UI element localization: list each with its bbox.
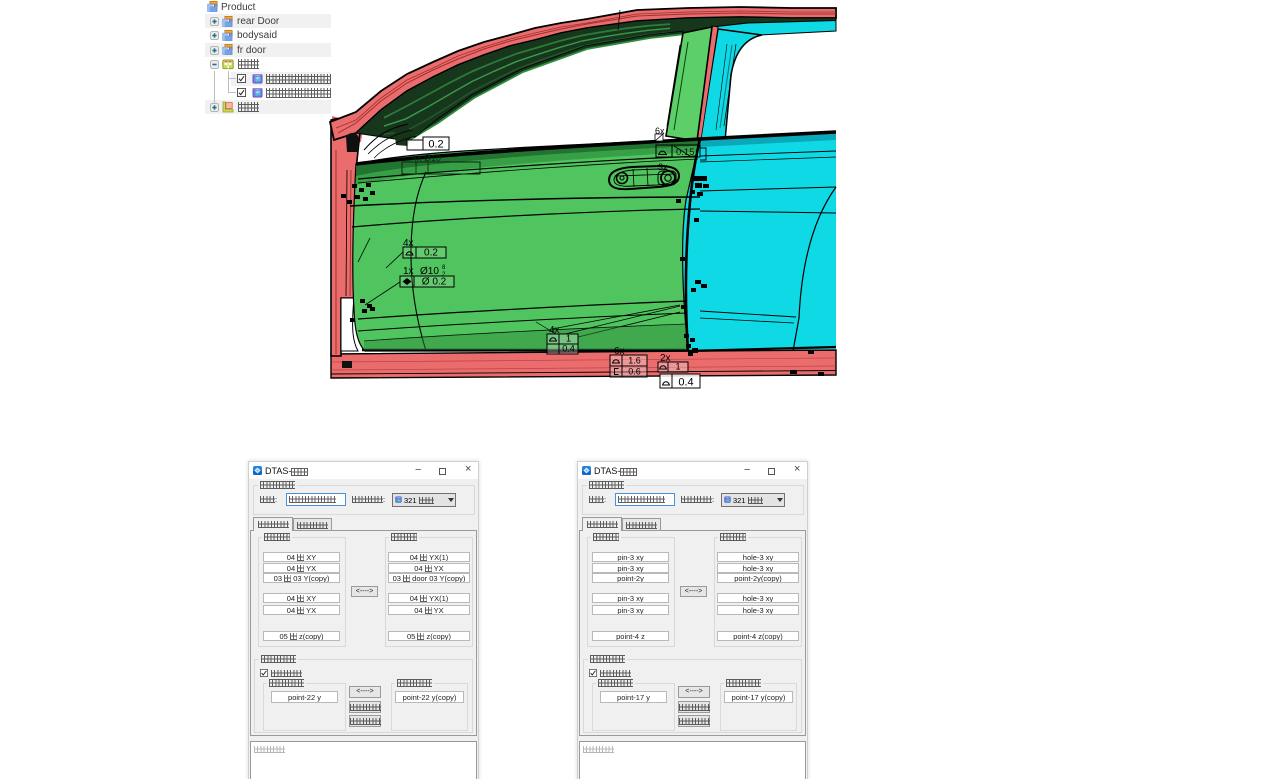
svg-text:3x: 3x [658, 162, 668, 172]
svg-text:1x: 1x [403, 266, 414, 277]
svg-text:0.6: 0.6 [628, 367, 641, 377]
svg-text:1: 1 [675, 362, 680, 372]
svg-text:1.6: 1.6 [628, 356, 641, 366]
svg-text:0.2: 0.2 [428, 139, 443, 151]
svg-text:0.4: 0.4 [678, 377, 693, 389]
svg-text:Ø10: Ø10 [420, 266, 439, 277]
svg-text:0.4: 0.4 [562, 344, 575, 354]
svg-text:Ø 0.2: Ø 0.2 [422, 277, 447, 288]
svg-text:1: 1 [566, 334, 571, 344]
svg-text:0.2: 0.2 [424, 248, 438, 259]
